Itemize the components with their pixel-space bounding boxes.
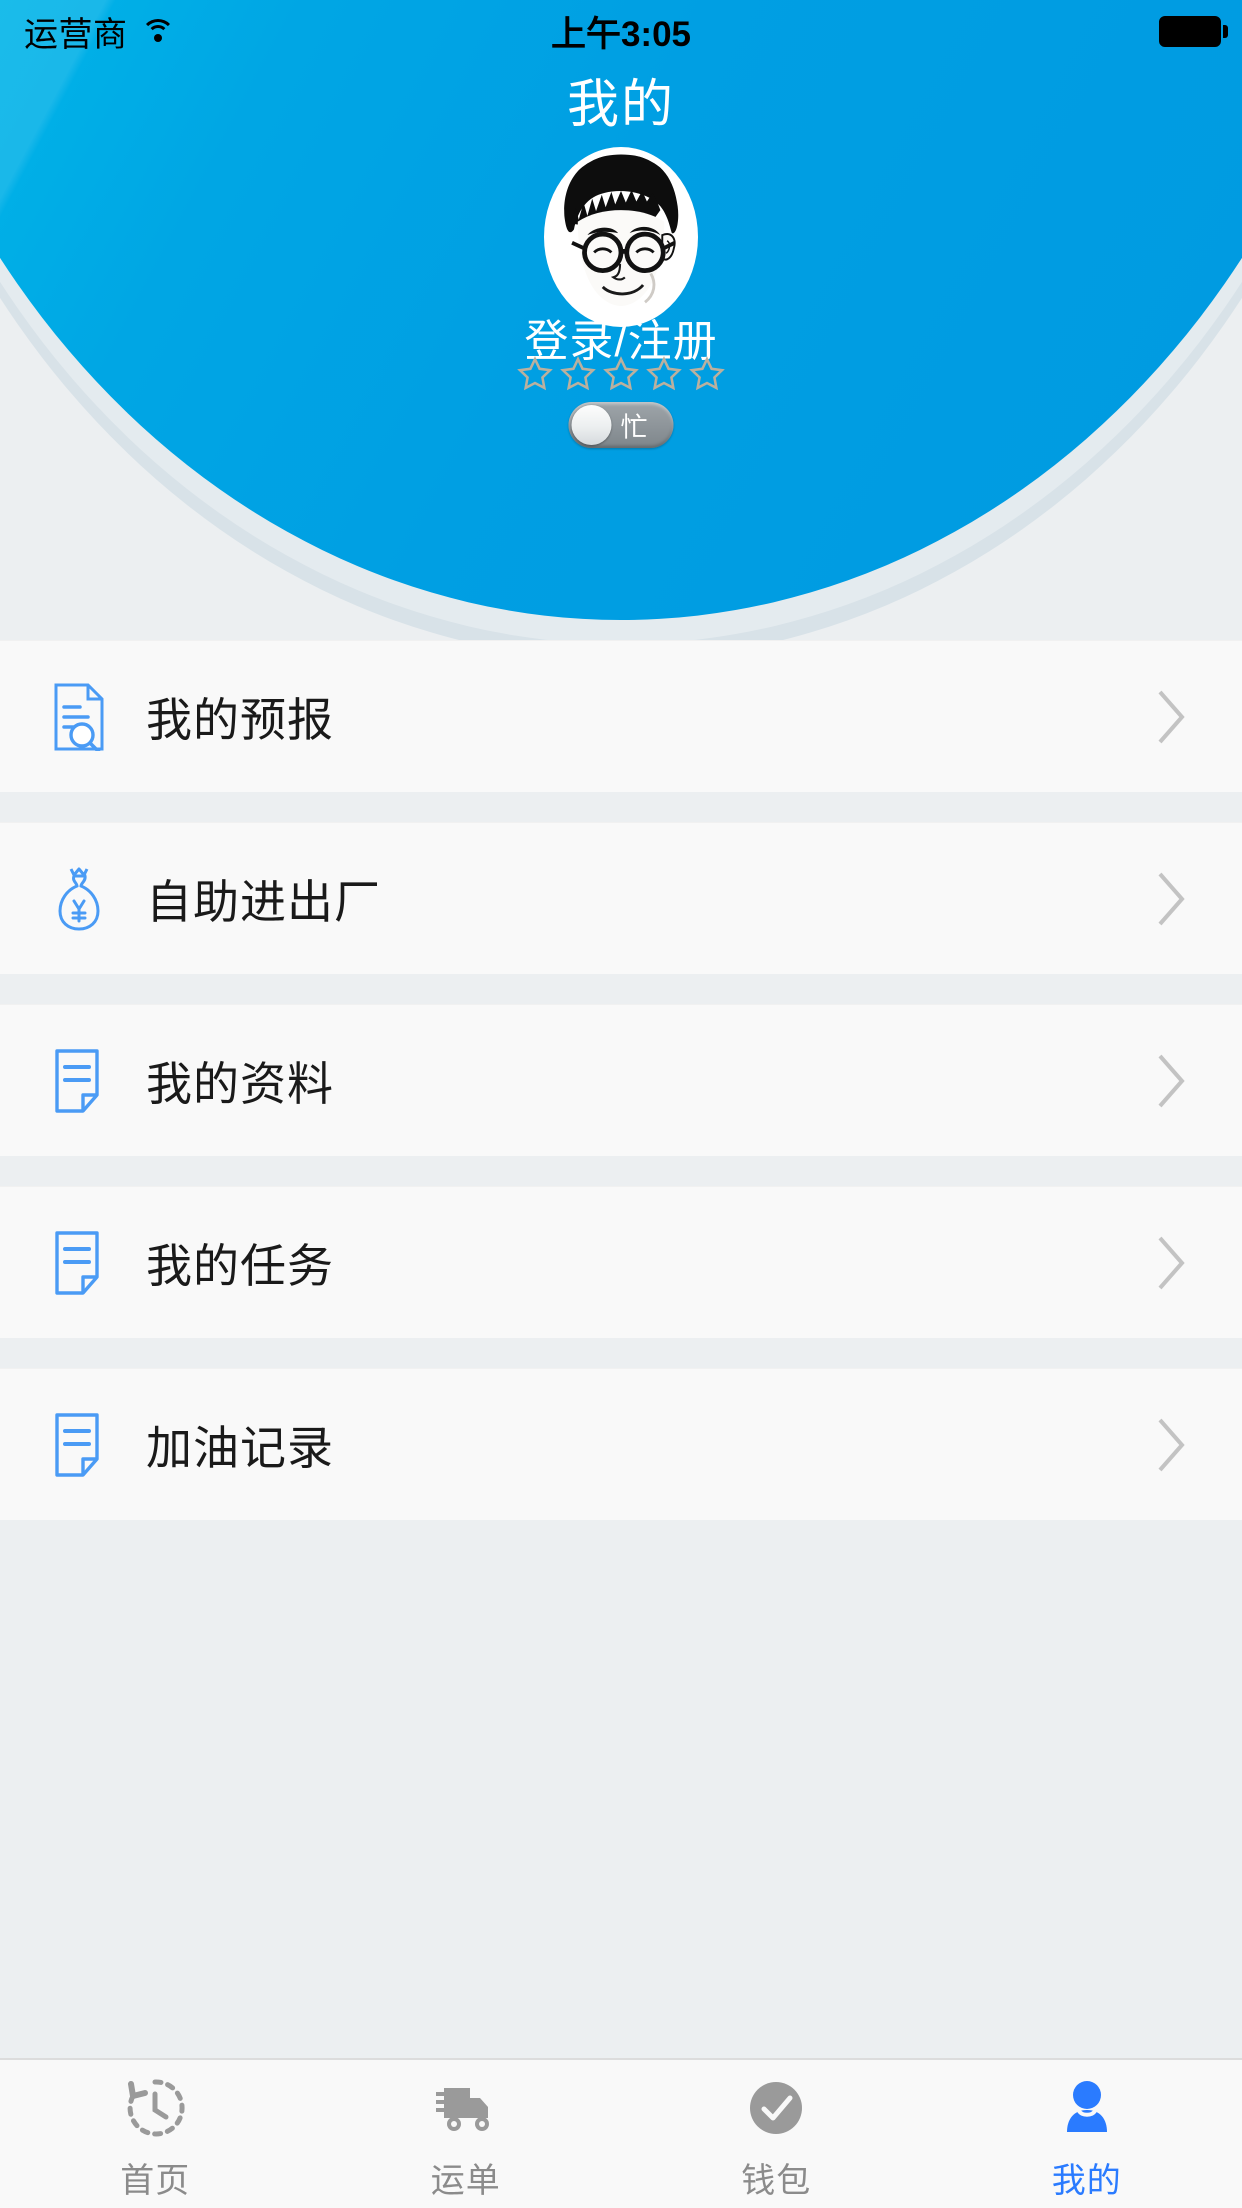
status-bar-clock: 上午3:05 bbox=[550, 14, 692, 54]
star-outline-icon[interactable] bbox=[559, 355, 597, 393]
menu-list: 我的预报 自助进出厂 我的资料 我的任务 加油记录 bbox=[0, 640, 1242, 1520]
star-outline-icon[interactable] bbox=[602, 355, 640, 393]
avatar[interactable] bbox=[544, 147, 698, 327]
toggle-label: 忙 bbox=[620, 412, 648, 443]
menu-item-forecast[interactable]: 我的预报 bbox=[0, 640, 1242, 792]
menu-item-label: 我的资料 bbox=[146, 1057, 334, 1110]
tab-mine[interactable]: 我的 bbox=[932, 2060, 1242, 2208]
star-outline-icon[interactable] bbox=[688, 355, 726, 393]
tab-waybill[interactable]: 运单 bbox=[311, 2060, 622, 2208]
menu-item-label: 我的任务 bbox=[146, 1239, 334, 1292]
document-lines-icon bbox=[46, 1041, 112, 1121]
tab-home[interactable]: 首页 bbox=[0, 2060, 311, 2208]
document-lines-icon bbox=[46, 1223, 112, 1303]
star-outline-icon[interactable] bbox=[645, 355, 683, 393]
page-title: 我的 bbox=[566, 76, 675, 134]
menu-item-tasks[interactable]: 我的任务 bbox=[0, 1186, 1242, 1338]
menu-item-label: 加油记录 bbox=[146, 1421, 334, 1474]
tab-label: 首页 bbox=[120, 2161, 191, 2200]
truck-icon bbox=[430, 2073, 502, 2143]
tab-label: 运单 bbox=[430, 2161, 501, 2200]
clock-history-icon bbox=[119, 2073, 191, 2143]
bottom-tab-bar: 首页 运单 钱包 我的 bbox=[0, 2058, 1242, 2208]
person-icon bbox=[1051, 2073, 1123, 2143]
chevron-right-icon bbox=[1154, 870, 1188, 928]
star-outline-icon[interactable] bbox=[516, 355, 554, 393]
list-separator bbox=[0, 1156, 1242, 1186]
tab-label: 我的 bbox=[1051, 2161, 1122, 2200]
busy-status-toggle[interactable]: 忙 bbox=[568, 402, 674, 448]
menu-item-refuel-record[interactable]: 加油记录 bbox=[0, 1368, 1242, 1520]
app-root: 运营商 上午3:05 我的 登录/注册 忙 我的预报 自助进出厂 我的资料 我的… bbox=[0, 0, 1242, 2208]
rating-stars[interactable] bbox=[0, 355, 1242, 393]
tab-wallet[interactable]: 钱包 bbox=[621, 2060, 932, 2208]
document-search-icon bbox=[46, 677, 112, 757]
chevron-right-icon bbox=[1154, 1416, 1188, 1474]
menu-item-label: 自助进出厂 bbox=[146, 875, 381, 928]
chevron-right-icon bbox=[1154, 1052, 1188, 1110]
chevron-right-icon bbox=[1154, 688, 1188, 746]
menu-item-label: 我的预报 bbox=[146, 693, 334, 746]
menu-item-profile[interactable]: 我的资料 bbox=[0, 1004, 1242, 1156]
list-separator bbox=[0, 1338, 1242, 1368]
chevron-right-icon bbox=[1154, 1234, 1188, 1292]
money-bag-yuan-icon bbox=[46, 859, 112, 939]
toggle-knob[interactable] bbox=[571, 405, 612, 445]
document-lines-icon bbox=[46, 1405, 112, 1485]
menu-item-self-service[interactable]: 自助进出厂 bbox=[0, 822, 1242, 974]
list-separator bbox=[0, 792, 1242, 822]
tab-label: 钱包 bbox=[741, 2161, 812, 2200]
status-bar: 运营商 上午3:05 bbox=[0, 0, 1242, 62]
battery-icon bbox=[1159, 15, 1228, 47]
check-circle-icon bbox=[740, 2073, 812, 2143]
avatar-cartoon-face-icon bbox=[549, 153, 693, 321]
list-separator bbox=[0, 974, 1242, 1004]
